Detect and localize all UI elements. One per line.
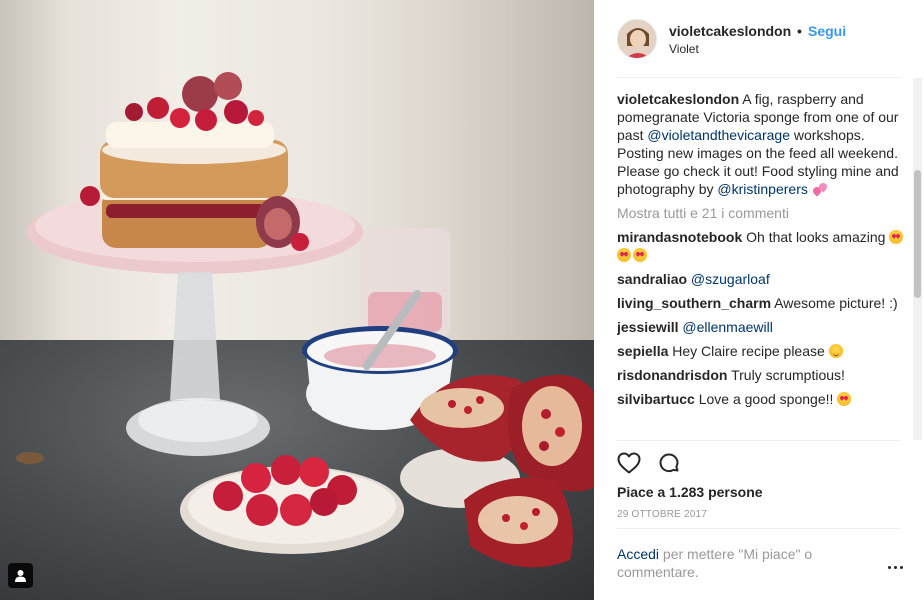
list-item: sepiella Hey Claire recipe please <box>617 342 907 360</box>
blush-emoji-icon <box>828 344 843 358</box>
list-item: jessiewill @ellenmaewill <box>617 318 907 336</box>
post-full-name: Violet <box>669 42 699 56</box>
comment-text: Truly scrumptious! <box>727 367 845 383</box>
login-link[interactable]: Accedi <box>617 546 659 562</box>
more-options-icon[interactable] <box>885 560 905 574</box>
cake-photo-scene <box>16 72 594 568</box>
list-item: mirandasnotebook Oh that looks amazing <box>617 228 907 264</box>
list-item: living_southern_charm Awesome picture! :… <box>617 294 907 312</box>
caption-mention-1[interactable]: @violetandthevicarage <box>647 127 790 143</box>
comment-username[interactable]: mirandasnotebook <box>617 229 742 245</box>
comment-mention[interactable]: @ellenmaewill <box>682 319 772 335</box>
heart-eyes-emoji-icon <box>837 392 852 406</box>
divider <box>617 440 901 441</box>
comment-text: Hey Claire recipe please <box>668 343 829 359</box>
post-username[interactable]: violetcakeslondon <box>669 23 791 39</box>
post-side-panel: violetcakeslondon • Segui Violet violetc… <box>594 0 924 600</box>
post-header: violetcakeslondon • Segui Violet <box>594 0 924 78</box>
list-item: risdonandrisdon Truly scrumptious! <box>617 366 907 384</box>
heart-eyes-emoji-icon <box>617 248 631 262</box>
heart-eyes-emoji-icon <box>889 230 904 244</box>
comment-text: Love a good sponge!! <box>694 391 838 407</box>
caption-mention-2[interactable]: @kristinperers <box>717 181 807 197</box>
comment-username[interactable]: silvibartucc <box>617 391 695 407</box>
divider <box>617 77 901 78</box>
comment-bubble-icon[interactable] <box>656 450 682 476</box>
comment-username[interactable]: living_southern_charm <box>617 295 771 311</box>
user-tag-icon[interactable] <box>8 563 33 588</box>
post-actions <box>616 450 682 476</box>
follow-button[interactable]: Segui <box>808 23 846 39</box>
comments-scrollbar[interactable] <box>913 78 922 440</box>
login-prompt: Accedi per mettere "Mi piace" o commenta… <box>617 545 857 581</box>
list-item: sandraliao @szugarloaf <box>617 270 907 288</box>
view-all-comments-link[interactable]: Mostra tutti e 21 i commenti <box>617 204 907 222</box>
comment-username[interactable]: sepiella <box>617 343 668 359</box>
post-date: 29 OTTOBRE 2017 <box>617 509 708 520</box>
comments-list[interactable]: violetcakeslondon A fig, raspberry and p… <box>617 90 907 440</box>
list-item: silvibartucc Love a good sponge!! <box>617 390 907 408</box>
comment-mention[interactable]: @szugarloaf <box>691 271 770 287</box>
comment-username[interactable]: sandraliao <box>617 271 687 287</box>
heart-eyes-emoji-icon <box>633 248 647 262</box>
two-hearts-emoji-icon <box>812 183 828 195</box>
divider <box>617 528 901 529</box>
comment-text: Awesome picture! :) <box>771 295 898 311</box>
comment-text: Oh that looks amazing <box>742 229 890 245</box>
post-photo[interactable] <box>0 0 594 600</box>
scrollbar-thumb[interactable] <box>914 170 921 298</box>
post-caption: violetcakeslondon A fig, raspberry and p… <box>617 90 907 198</box>
comment-username[interactable]: risdonandrisdon <box>617 367 727 383</box>
caption-username[interactable]: violetcakeslondon <box>617 91 739 107</box>
avatar[interactable] <box>617 19 657 59</box>
header-separator: • <box>797 23 802 39</box>
heart-outline-icon[interactable] <box>616 450 642 476</box>
likes-count[interactable]: Piace a 1.283 persone <box>617 484 763 500</box>
comment-username[interactable]: jessiewill <box>617 319 678 335</box>
